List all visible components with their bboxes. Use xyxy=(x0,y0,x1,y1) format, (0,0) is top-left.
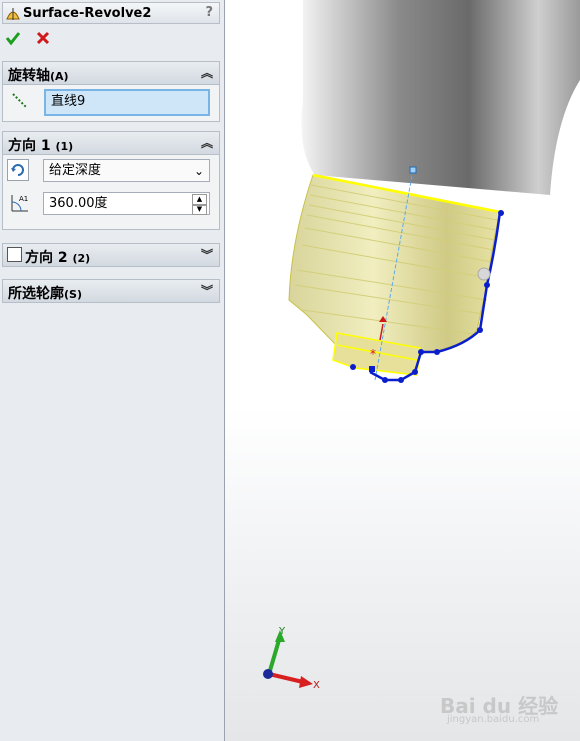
feature-title: Surface-Revolve2 xyxy=(23,6,152,21)
neck-surface xyxy=(288,174,501,361)
axis-line-icon xyxy=(11,92,29,114)
direction1-section: 方向 1 (1) ︽ 给定深度 ⌄ A1 360.00度 ▲ ▼ xyxy=(2,131,220,230)
close-icon xyxy=(37,31,50,45)
collapse-chevron-icon[interactable]: ︽ xyxy=(201,134,213,151)
axis-x-label: X xyxy=(313,680,320,691)
bottle-body xyxy=(301,0,580,195)
collapse-chevron-icon[interactable]: ︽ xyxy=(201,64,213,81)
coordinate-triad-icon: Y X xyxy=(263,626,320,691)
help-button[interactable]: ? xyxy=(205,5,213,20)
axis-section: 旋转轴(A) ︽ 直线9 xyxy=(2,61,220,122)
axis-y-label: Y xyxy=(278,626,286,637)
direction2-checkbox[interactable] xyxy=(7,247,22,262)
angle-icon: A1 xyxy=(9,192,31,218)
direction1-section-label: 方向 1 xyxy=(8,138,51,154)
direction2-section-label: 方向 2 xyxy=(25,250,68,266)
expand-chevron-icon[interactable]: ︾ xyxy=(201,246,213,263)
angle-value: 360.00度 xyxy=(49,196,108,211)
axis-selection-field[interactable]: 直线9 xyxy=(44,89,210,116)
svg-text:A1: A1 xyxy=(19,195,28,203)
svg-text:*: * xyxy=(370,347,376,361)
contours-section-key: (S) xyxy=(64,288,82,301)
contours-section-label: 所选轮廓 xyxy=(8,286,64,302)
axis-section-label: 旋转轴 xyxy=(8,68,50,84)
end-condition-value: 给定深度 xyxy=(49,163,102,178)
expand-chevron-icon[interactable]: ︾ xyxy=(201,282,213,299)
property-manager-panel: Surface-Revolve2 ? 旋转轴(A) ︽ 直线9 方向 1 (1)… xyxy=(0,0,225,741)
feature-title-bar: Surface-Revolve2 ? xyxy=(2,2,220,24)
direction2-section-key: (2) xyxy=(72,252,91,265)
reverse-direction-icon[interactable] xyxy=(7,159,29,181)
contours-section-header[interactable]: 所选轮廓(S) ︾ xyxy=(3,280,219,302)
contours-section: 所选轮廓(S) ︾ xyxy=(2,279,220,303)
direction2-section-header[interactable]: 方向 2 (2) ︾ xyxy=(3,244,219,266)
axis-section-key: (A) xyxy=(50,70,69,83)
end-condition-select[interactable]: 给定深度 ⌄ xyxy=(43,159,210,182)
graphics-viewport[interactable]: * Y X Bai du 经验 jingyan.baidu.com xyxy=(225,0,580,741)
direction1-section-header[interactable]: 方向 1 (1) ︽ xyxy=(3,132,219,155)
axis-section-header[interactable]: 旋转轴(A) ︽ xyxy=(3,62,219,85)
direction2-section: 方向 2 (2) ︾ xyxy=(2,243,220,267)
watermark-url: jingyan.baidu.com xyxy=(447,714,540,725)
ok-cancel-bar xyxy=(4,30,60,50)
ok-button[interactable] xyxy=(4,30,22,48)
direction1-section-key: (1) xyxy=(55,140,74,153)
chevron-down-icon: ⌄ xyxy=(193,164,204,178)
revolve-surface-icon xyxy=(6,7,20,25)
cancel-button[interactable] xyxy=(34,30,52,48)
angle-input[interactable]: 360.00度 ▲ ▼ xyxy=(43,192,210,215)
spin-down-icon[interactable]: ▼ xyxy=(192,204,207,215)
check-icon xyxy=(5,32,21,46)
